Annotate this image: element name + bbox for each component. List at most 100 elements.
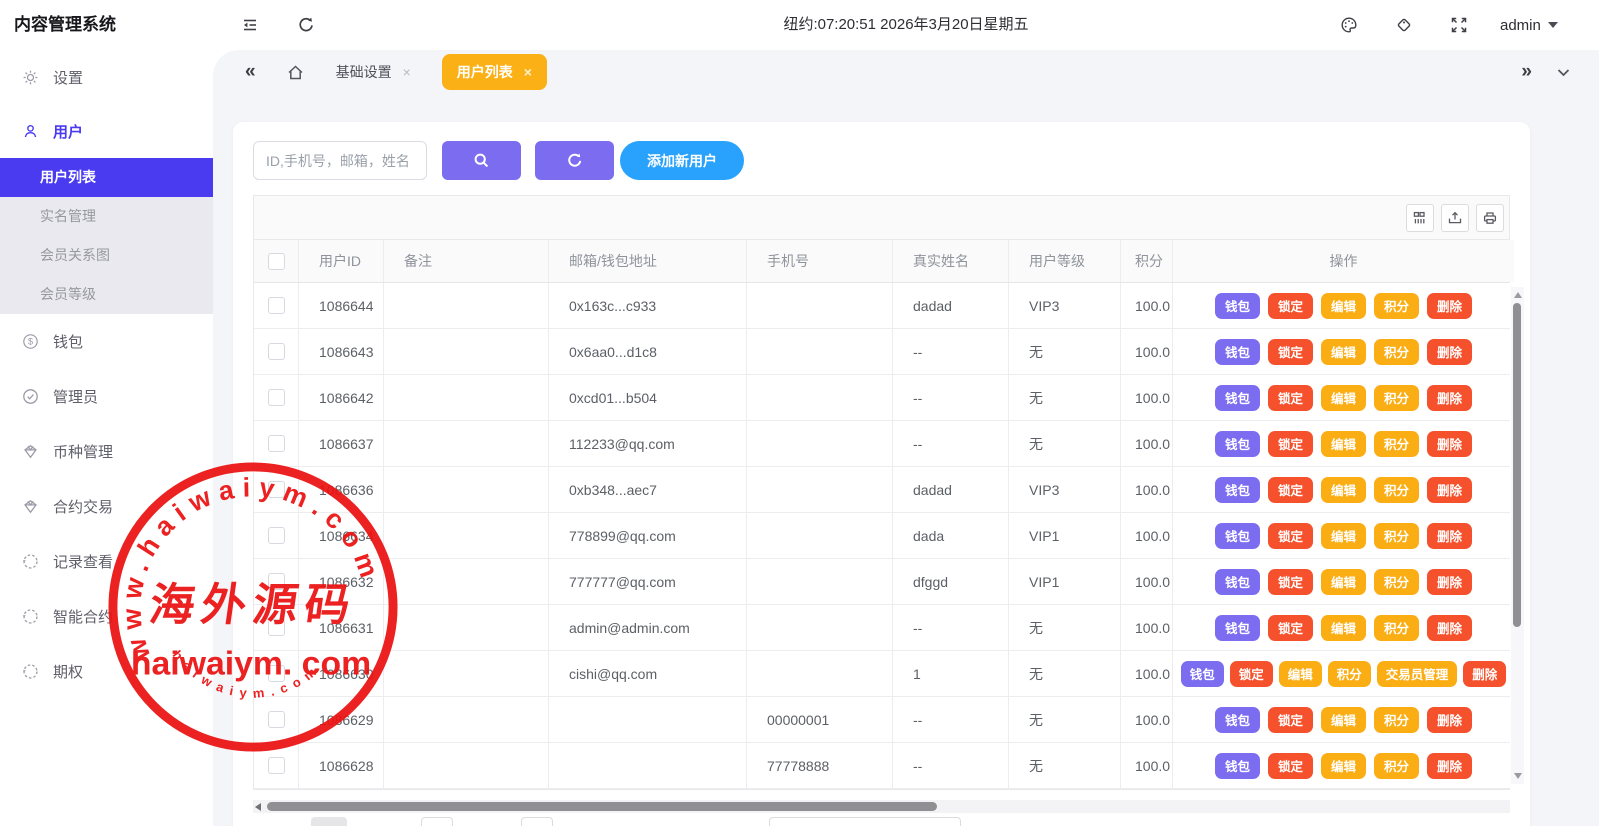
row-checkbox[interactable]: [268, 435, 285, 452]
row-checkbox[interactable]: [268, 757, 285, 774]
action-button-钱包[interactable]: 钱包: [1181, 661, 1224, 687]
action-button-编辑[interactable]: 编辑: [1279, 661, 1322, 687]
action-button-积分[interactable]: 积分: [1374, 293, 1419, 319]
action-button-编辑[interactable]: 编辑: [1321, 523, 1366, 549]
action-button-积分[interactable]: 积分: [1328, 661, 1371, 687]
vertical-scrollbar[interactable]: [1511, 287, 1524, 784]
action-button-钱包[interactable]: 钱包: [1215, 385, 1260, 411]
sidebar-item-records[interactable]: 记录查看: [0, 534, 213, 589]
action-button-编辑[interactable]: 编辑: [1321, 707, 1366, 733]
action-button-删除[interactable]: 删除: [1427, 431, 1472, 457]
sidebar-item-settings[interactable]: 设置: [0, 50, 213, 104]
sidebar-item-smart-contract[interactable]: 智能合约: [0, 589, 213, 644]
action-button-钱包[interactable]: 钱包: [1215, 569, 1260, 595]
action-button-钱包[interactable]: 钱包: [1215, 339, 1260, 365]
action-button-锁定[interactable]: 锁定: [1268, 707, 1313, 733]
action-button-删除[interactable]: 删除: [1427, 615, 1472, 641]
action-button-钱包[interactable]: 钱包: [1215, 753, 1260, 779]
row-checkbox[interactable]: [268, 665, 285, 682]
action-button-积分[interactable]: 积分: [1374, 523, 1419, 549]
action-button-积分[interactable]: 积分: [1374, 569, 1419, 595]
user-menu[interactable]: admin: [1500, 0, 1558, 50]
action-button-删除[interactable]: 删除: [1427, 753, 1472, 779]
pagination-button-partial[interactable]: [521, 817, 553, 826]
action-button-编辑[interactable]: 编辑: [1321, 753, 1366, 779]
action-button-积分[interactable]: 积分: [1374, 431, 1419, 457]
action-button-钱包[interactable]: 钱包: [1215, 707, 1260, 733]
sidebar-item-options[interactable]: 期权: [0, 644, 213, 699]
row-checkbox[interactable]: [268, 297, 285, 314]
vertical-scrollbar-thumb[interactable]: [1513, 303, 1521, 627]
action-button-积分[interactable]: 积分: [1374, 753, 1419, 779]
pagination-button-partial[interactable]: [421, 817, 453, 826]
sidebar-item-coins[interactable]: 币种管理: [0, 424, 213, 479]
row-checkbox[interactable]: [268, 389, 285, 406]
action-button-删除[interactable]: 删除: [1427, 385, 1472, 411]
action-button-积分[interactable]: 积分: [1374, 385, 1419, 411]
fullscreen-icon[interactable]: [1450, 16, 1468, 34]
export-icon[interactable]: [1441, 204, 1469, 232]
action-button-锁定[interactable]: 锁定: [1268, 753, 1313, 779]
search-button[interactable]: [442, 141, 521, 180]
action-button-编辑[interactable]: 编辑: [1321, 477, 1366, 503]
horizontal-scrollbar-thumb[interactable]: [267, 802, 937, 811]
sidebar-item-wallet[interactable]: $钱包: [0, 314, 213, 369]
search-input[interactable]: [253, 141, 427, 180]
action-button-积分[interactable]: 积分: [1374, 707, 1419, 733]
sidebar-subitem-realname[interactable]: 实名管理: [0, 197, 213, 236]
action-button-锁定[interactable]: 锁定: [1268, 615, 1313, 641]
row-checkbox[interactable]: [268, 481, 285, 498]
home-icon[interactable]: [286, 63, 305, 82]
horizontal-scrollbar[interactable]: [253, 800, 1510, 813]
action-button-锁定[interactable]: 锁定: [1268, 293, 1313, 319]
refresh-page-icon[interactable]: [297, 16, 315, 34]
columns-icon[interactable]: [1406, 204, 1434, 232]
action-button-删除[interactable]: 删除: [1427, 293, 1472, 319]
action-button-积分[interactable]: 积分: [1374, 615, 1419, 641]
tag-icon[interactable]: [1395, 16, 1413, 34]
action-button-编辑[interactable]: 编辑: [1321, 339, 1366, 365]
action-button-删除[interactable]: 删除: [1427, 569, 1472, 595]
action-button-积分[interactable]: 积分: [1374, 339, 1419, 365]
row-checkbox[interactable]: [268, 527, 285, 544]
row-checkbox[interactable]: [268, 619, 285, 636]
row-checkbox[interactable]: [268, 573, 285, 590]
tabs-scroll-right-icon[interactable]: »: [1521, 61, 1532, 83]
scroll-up-arrow-icon[interactable]: [1514, 292, 1522, 298]
print-icon[interactable]: [1476, 204, 1504, 232]
sidebar-item-admins[interactable]: 管理员: [0, 369, 213, 424]
action-button-删除[interactable]: 删除: [1463, 661, 1506, 687]
sidebar-subitem-member-graph[interactable]: 会员关系图: [0, 236, 213, 275]
sidebar-subitem-user-list[interactable]: 用户列表: [0, 158, 213, 197]
action-button-交易员管理[interactable]: 交易员管理: [1377, 661, 1458, 687]
pagination-button-partial[interactable]: [769, 817, 961, 826]
action-button-编辑[interactable]: 编辑: [1321, 385, 1366, 411]
row-checkbox[interactable]: [268, 343, 285, 360]
tab-基础设置[interactable]: 基础设置×: [321, 54, 426, 90]
collapse-menu-icon[interactable]: [241, 16, 259, 34]
action-button-删除[interactable]: 删除: [1427, 477, 1472, 503]
action-button-删除[interactable]: 删除: [1427, 707, 1472, 733]
action-button-钱包[interactable]: 钱包: [1215, 293, 1260, 319]
action-button-积分[interactable]: 积分: [1374, 477, 1419, 503]
action-button-锁定[interactable]: 锁定: [1268, 569, 1313, 595]
select-all-checkbox[interactable]: [268, 253, 285, 270]
action-button-钱包[interactable]: 钱包: [1215, 477, 1260, 503]
close-icon[interactable]: ×: [403, 64, 411, 80]
sidebar-subitem-member-level[interactable]: 会员等级: [0, 275, 213, 314]
action-button-删除[interactable]: 删除: [1427, 339, 1472, 365]
refresh-list-button[interactable]: [535, 141, 614, 180]
close-icon[interactable]: ×: [524, 64, 532, 80]
action-button-编辑[interactable]: 编辑: [1321, 293, 1366, 319]
action-button-钱包[interactable]: 钱包: [1215, 615, 1260, 641]
add-user-button[interactable]: 添加新用户: [620, 141, 744, 180]
action-button-锁定[interactable]: 锁定: [1268, 385, 1313, 411]
action-button-锁定[interactable]: 锁定: [1230, 661, 1273, 687]
action-button-锁定[interactable]: 锁定: [1268, 339, 1313, 365]
tab-用户列表[interactable]: 用户列表×: [442, 54, 547, 90]
pagination-button-partial[interactable]: [311, 817, 347, 826]
tabs-scroll-left-icon[interactable]: «: [245, 61, 256, 83]
action-button-编辑[interactable]: 编辑: [1321, 615, 1366, 641]
action-button-编辑[interactable]: 编辑: [1321, 431, 1366, 457]
palette-icon[interactable]: [1340, 16, 1358, 34]
